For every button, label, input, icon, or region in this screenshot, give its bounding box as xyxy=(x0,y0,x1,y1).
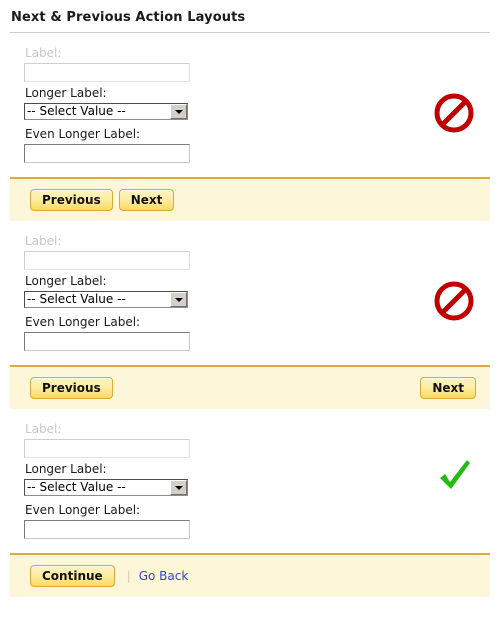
field-even-longer-label: Even Longer Label: xyxy=(24,315,490,351)
select-wrapper: -- Select Value -- xyxy=(24,291,188,308)
next-button[interactable]: Next xyxy=(118,189,175,211)
chevron-down-icon[interactable] xyxy=(170,104,187,119)
previous-button[interactable]: Previous xyxy=(30,377,113,399)
text-input-label[interactable] xyxy=(24,251,190,270)
select-wrapper: -- Select Value -- xyxy=(24,103,188,120)
text-input-even-longer-label[interactable] xyxy=(24,144,190,163)
page-root: Next & Previous Action Layouts Label: Lo… xyxy=(0,0,500,633)
next-button[interactable]: Next xyxy=(420,377,476,399)
field-label-text: Label: xyxy=(25,234,62,248)
chevron-down-icon[interactable] xyxy=(170,292,187,307)
form-block-layout-two: Label: Longer Label: -- Select Value -- … xyxy=(0,221,500,365)
continue-button[interactable]: Continue xyxy=(30,565,115,587)
field-label: Label: xyxy=(24,422,490,458)
chevron-down-icon[interactable] xyxy=(170,480,187,495)
form-block-layout-three: Label: Longer Label: -- Select Value -- … xyxy=(0,409,500,553)
select-longer-label[interactable]: -- Select Value -- xyxy=(24,103,188,120)
action-bar-layout-two: Previous Next xyxy=(10,365,490,409)
action-bar-left-group: Previous Next xyxy=(30,189,175,211)
text-input-even-longer-label[interactable] xyxy=(24,520,190,539)
text-input-label[interactable] xyxy=(24,439,190,458)
field-even-longer-label-text: Even Longer Label: xyxy=(25,127,141,141)
field-even-longer-label-text: Even Longer Label: xyxy=(25,503,141,517)
text-input-even-longer-label[interactable] xyxy=(24,332,190,351)
prohibited-icon xyxy=(432,279,476,323)
page-header: Next & Previous Action Layouts xyxy=(0,0,500,33)
action-separator: | xyxy=(126,569,131,583)
field-even-longer-label: Even Longer Label: xyxy=(24,503,490,539)
select-longer-label[interactable]: -- Select Value -- xyxy=(24,291,188,308)
action-bar-layout-one: Previous Next xyxy=(10,177,490,221)
field-longer-label: Longer Label: -- Select Value -- xyxy=(24,274,490,311)
field-label-text: Label: xyxy=(25,422,62,436)
select-wrapper: -- Select Value -- xyxy=(24,479,188,496)
page-title: Next & Previous Action Layouts xyxy=(11,10,246,25)
select-longer-label[interactable]: -- Select Value -- xyxy=(24,479,188,496)
go-back-link[interactable]: Go Back xyxy=(139,569,189,583)
field-longer-label-text: Longer Label: xyxy=(25,462,107,476)
field-longer-label-text: Longer Label: xyxy=(25,86,107,100)
field-label-text: Label: xyxy=(25,46,62,60)
text-input-label[interactable] xyxy=(24,63,190,82)
previous-button[interactable]: Previous xyxy=(30,189,113,211)
action-bar-layout-three: Continue | Go Back xyxy=(10,553,490,597)
prohibited-icon xyxy=(432,91,476,135)
field-label: Label: xyxy=(24,46,490,82)
form-block-layout-one: Label: Longer Label: -- Select Value -- … xyxy=(0,33,500,177)
field-label: Label: xyxy=(24,234,490,270)
checkmark-icon xyxy=(432,454,476,498)
field-even-longer-label-text: Even Longer Label: xyxy=(25,315,141,329)
field-longer-label-text: Longer Label: xyxy=(25,274,107,288)
field-longer-label: Longer Label: -- Select Value -- xyxy=(24,462,490,499)
field-even-longer-label: Even Longer Label: xyxy=(24,127,490,163)
field-longer-label: Longer Label: -- Select Value -- xyxy=(24,86,490,123)
action-bar-left-group: Continue | Go Back xyxy=(30,565,188,587)
